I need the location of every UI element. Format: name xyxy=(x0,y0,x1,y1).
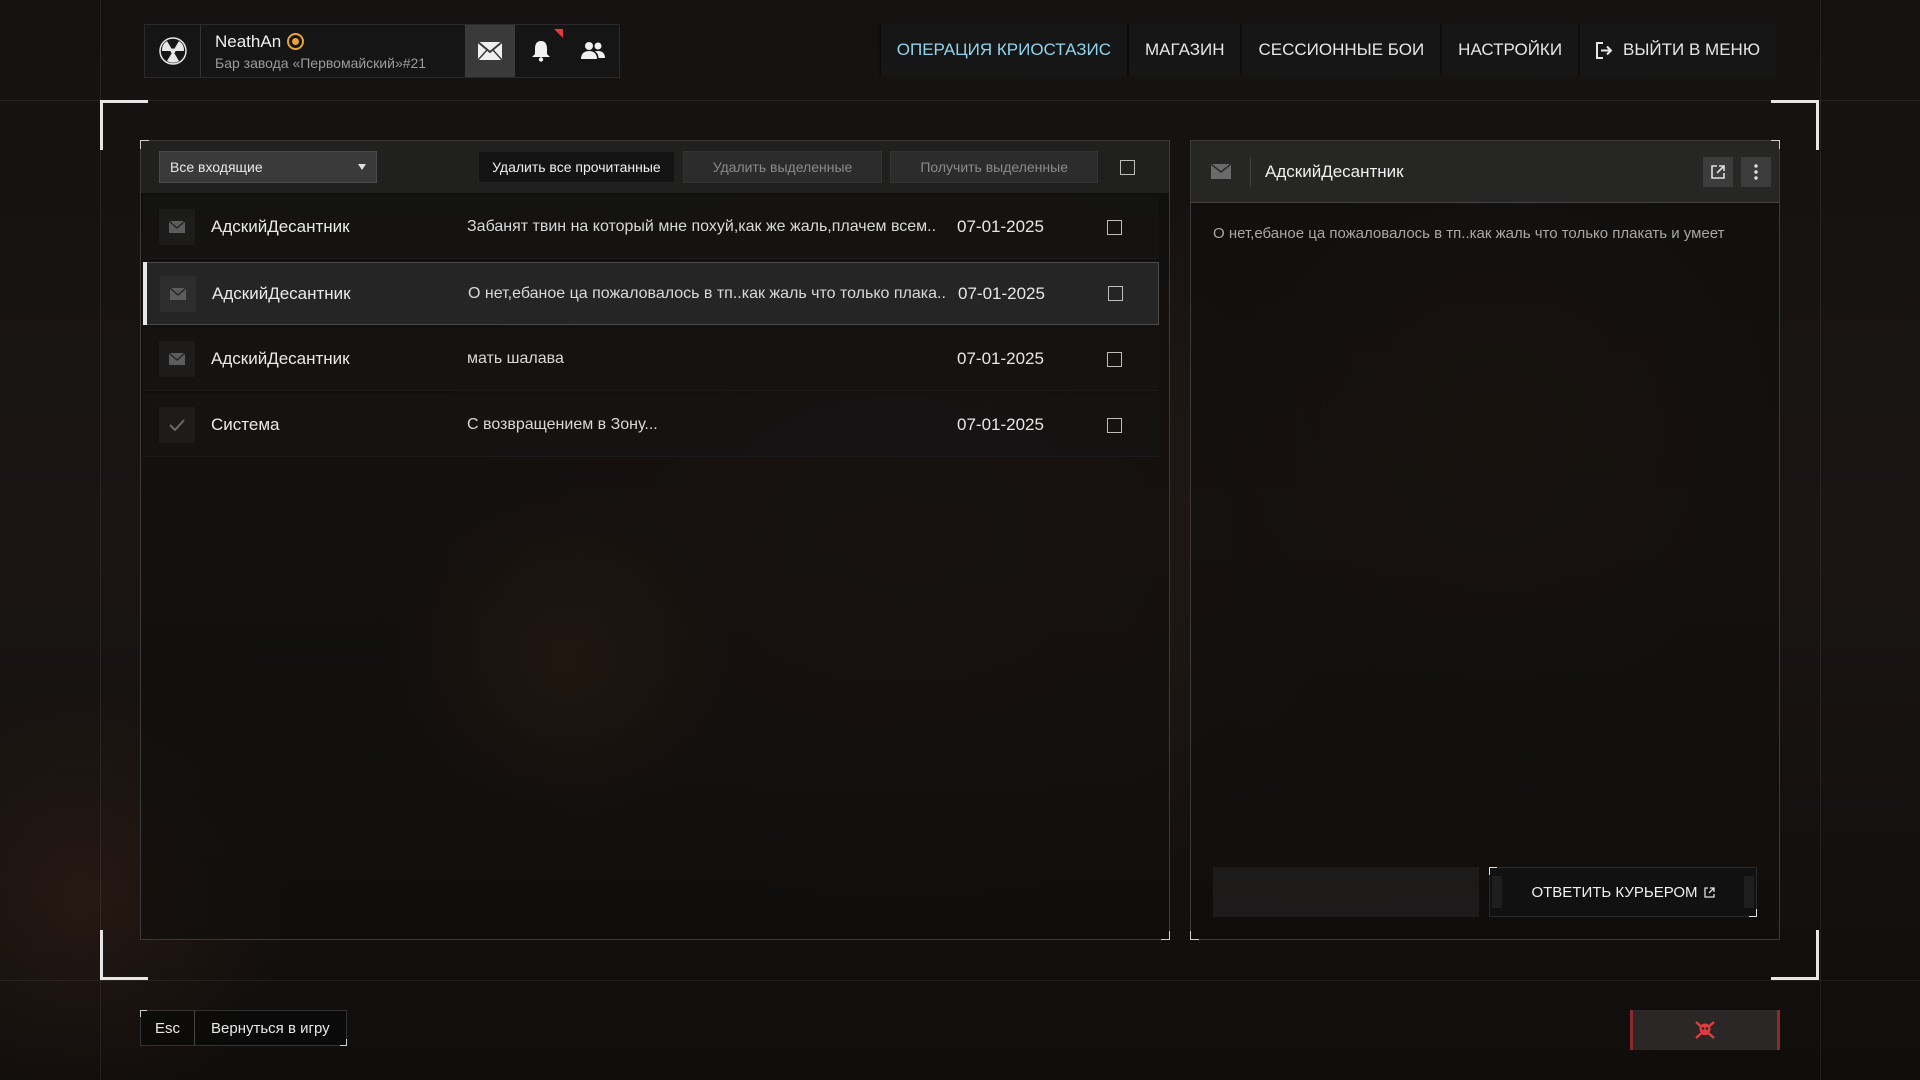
reply-courier-label: ОТВЕТИТЬ КУРЬЕРОМ xyxy=(1531,883,1698,901)
reader-header: АдскийДесантник xyxy=(1191,141,1779,203)
nav-exit-to-menu[interactable]: ВЫЙТИ В МЕНЮ xyxy=(1580,24,1776,76)
message-checkbox[interactable] xyxy=(1107,219,1122,235)
message-sender: Система xyxy=(211,415,280,434)
message-subject: мать шалава xyxy=(467,350,564,367)
message-row[interactable]: АдскийДесантник мать шалава 07-01-2025 xyxy=(143,328,1159,391)
kebab-menu-icon xyxy=(1754,163,1758,180)
skull-crossbones-icon xyxy=(1695,1021,1715,1039)
nav-shop[interactable]: МАГАЗИН xyxy=(1129,24,1241,76)
nav-settings[interactable]: НАСТРОЙКИ xyxy=(1442,24,1579,76)
frame-line-bottom xyxy=(0,980,1920,981)
profile-bar: NeathAn Бар завода «Первомайский»#21 xyxy=(144,24,620,78)
message-row[interactable]: АдскийДесантник Забанят твин на который … xyxy=(143,196,1159,259)
receive-selected-button[interactable]: Получить выделенные xyxy=(890,151,1098,183)
inbox-panel: Все входящие Удалить все прочитанные Уда… xyxy=(140,140,1170,940)
rank-icon xyxy=(287,32,305,50)
message-date: 07-01-2025 xyxy=(957,217,1044,236)
frame-line-top xyxy=(0,100,1920,101)
message-checkbox[interactable] xyxy=(1107,351,1122,367)
button-edge xyxy=(1744,876,1754,908)
top-nav: ОПЕРАЦИЯ КРИОСТАЗИС МАГАЗИН СЕССИОННЫЕ Б… xyxy=(878,24,1776,76)
message-date: 07-01-2025 xyxy=(958,283,1045,303)
reader-body: О нет,ебаное ца пожаловалось в тп..как ж… xyxy=(1213,225,1725,242)
message-date: 07-01-2025 xyxy=(957,415,1044,434)
button-edge xyxy=(1492,876,1502,908)
message-checkbox[interactable] xyxy=(1108,286,1123,301)
inbox-toolbar: Все входящие Удалить все прочитанные Уда… xyxy=(141,141,1169,193)
message-row[interactable]: Система С возвращением в Зону... 07-01-2… xyxy=(143,394,1159,457)
user-location: Бар завода «Первомайский»#21 xyxy=(215,54,427,71)
delete-selected-button[interactable]: Удалить выделенные xyxy=(682,151,883,183)
message-subject: О нет,ебаное ца пожаловалось в тп..как ж… xyxy=(468,284,946,302)
message-subject: Забанят твин на который мне похуй,как же… xyxy=(467,218,937,235)
open-external-button[interactable] xyxy=(1703,156,1733,187)
inbox-filter-value: Все входящие xyxy=(170,159,263,175)
message-sender: АдскийДесантник xyxy=(212,283,351,303)
back-to-game-label: Вернуться в игру xyxy=(211,1019,330,1037)
users-icon xyxy=(581,42,605,59)
message-checkbox[interactable] xyxy=(1107,417,1122,433)
friends-button[interactable] xyxy=(567,25,619,77)
envelope-icon xyxy=(159,209,195,245)
caret-down-icon xyxy=(358,164,366,170)
reader-sender: АдскийДесантник xyxy=(1265,161,1404,181)
external-link-icon xyxy=(1703,886,1715,898)
envelope-icon xyxy=(160,275,196,312)
envelope-icon xyxy=(159,341,195,377)
inbox-filter-dropdown[interactable]: Все входящие xyxy=(159,151,377,183)
exit-icon xyxy=(1596,41,1613,59)
danger-button[interactable] xyxy=(1630,1010,1780,1050)
frame-line-left xyxy=(100,0,101,1080)
mail-button[interactable] xyxy=(465,25,515,77)
message-reader-panel: АдскийДесантник О нет,ебаное ца пожалова… xyxy=(1190,140,1780,940)
message-sender: АдскийДесантник xyxy=(211,217,350,236)
esc-key-hint: Esc xyxy=(141,1011,196,1045)
message-subject: С возвращением в Зону... xyxy=(467,416,658,433)
nav-operation-cryostasis[interactable]: ОПЕРАЦИЯ КРИОСТАЗИС xyxy=(880,24,1127,76)
envelope-icon xyxy=(477,41,503,61)
checkmark-icon xyxy=(159,407,195,443)
frame-line-right xyxy=(1820,0,1821,1080)
message-list: АдскийДесантник Забанят твин на который … xyxy=(141,196,1169,457)
reply-courier-button[interactable]: ОТВЕТИТЬ КУРЬЕРОМ xyxy=(1489,867,1757,917)
message-sender: АдскийДесантник xyxy=(211,349,350,368)
nav-exit-label: ВЫЙТИ В МЕНЮ xyxy=(1623,40,1760,59)
reply-area: ОТВЕТИТЬ КУРЬЕРОМ xyxy=(1213,867,1757,917)
message-date: 07-01-2025 xyxy=(957,349,1044,368)
reply-input[interactable] xyxy=(1213,867,1479,917)
delete-read-button[interactable]: Удалить все прочитанные xyxy=(478,151,675,183)
notifications-button[interactable] xyxy=(515,25,567,77)
more-options-button[interactable] xyxy=(1741,156,1771,187)
bell-icon xyxy=(532,41,550,62)
nav-session-battles[interactable]: СЕССИОННЫЕ БОИ xyxy=(1242,24,1441,76)
select-all-checkbox[interactable] xyxy=(1120,159,1135,175)
user-info[interactable]: NeathAn Бар завода «Первомайский»#21 xyxy=(201,31,465,71)
radiation-icon[interactable] xyxy=(145,25,201,77)
envelope-icon xyxy=(1191,156,1251,187)
notification-badge xyxy=(554,29,563,38)
message-row-selected[interactable]: АдскийДесантник О нет,ебаное ца пожалова… xyxy=(143,262,1159,325)
back-to-game-button[interactable]: Esc Вернуться в игру xyxy=(140,1010,347,1046)
external-link-icon xyxy=(1711,164,1725,179)
user-name: NeathAn xyxy=(215,31,282,51)
